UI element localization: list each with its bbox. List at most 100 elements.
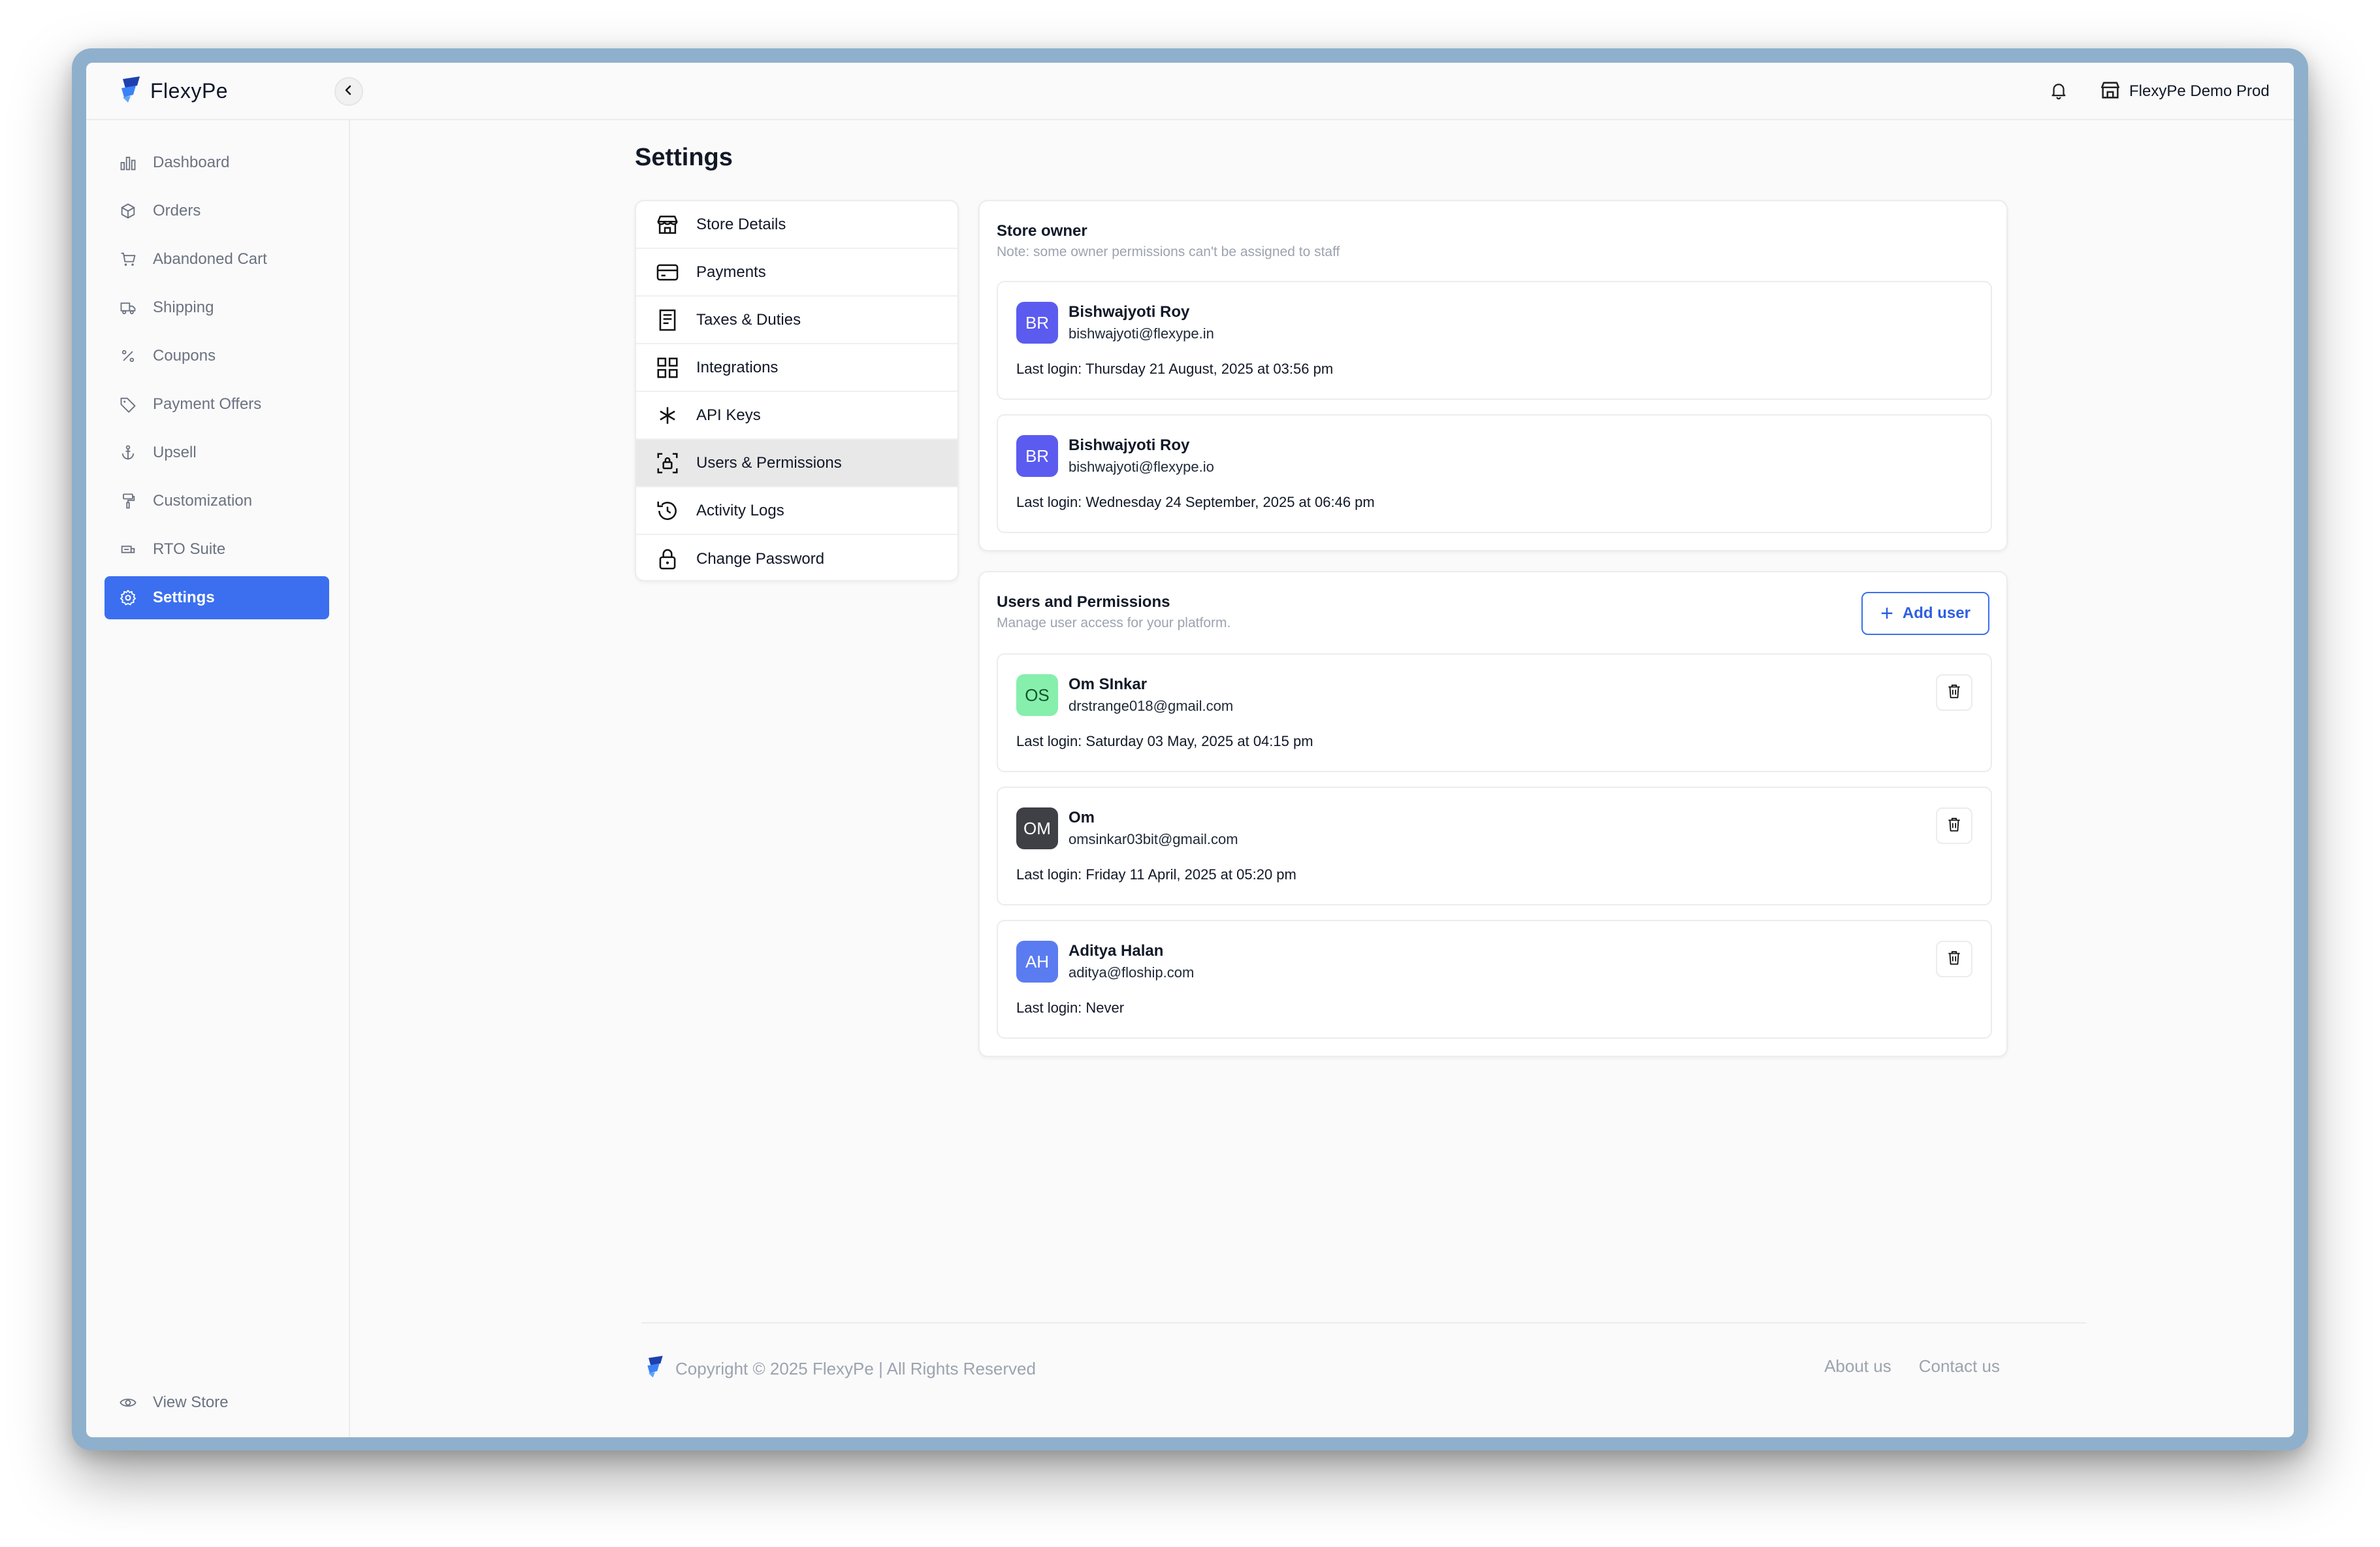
sidebar-item-label: Upsell xyxy=(153,444,197,461)
avatar: OM xyxy=(1016,807,1058,849)
top-bar: FlexyPe FlexyPe Demo Prod xyxy=(86,63,2294,120)
page-title: Settings xyxy=(635,144,733,171)
menu-item-label: Change Password xyxy=(696,549,825,568)
settings-menu-payments[interactable]: Payments xyxy=(636,249,957,297)
owner-name: Bishwajyoti Roy xyxy=(1069,436,1190,454)
store-owner-panel: Store owner Note: some owner permissions… xyxy=(978,200,2008,551)
store-name: FlexyPe Demo Prod xyxy=(2129,82,2270,100)
trash-icon xyxy=(1946,949,1963,969)
settings-menu-taxes-duties[interactable]: Taxes & Duties xyxy=(636,297,957,344)
sidebar: Dashboard Orders Abandoned Cart Shipping… xyxy=(86,120,350,1437)
box-icon xyxy=(118,201,138,221)
settings-menu-store-details[interactable]: Store Details xyxy=(636,201,957,249)
store-owner-title: Store owner xyxy=(997,222,1087,240)
sidebar-item-settings[interactable]: Settings xyxy=(105,576,329,619)
sidebar-item-coupons[interactable]: Coupons xyxy=(105,334,329,378)
menu-item-label: API Keys xyxy=(696,406,761,424)
avatar: OS xyxy=(1016,674,1058,716)
sidebar-item-abandoned-cart[interactable]: Abandoned Cart xyxy=(105,238,329,281)
users-permissions-subtitle: Manage user access for your platform. xyxy=(997,615,1231,630)
sidebar-item-orders[interactable]: Orders xyxy=(105,189,329,233)
sidebar-item-label: Payment Offers xyxy=(153,395,262,413)
sidebar-item-upsell[interactable]: Upsell xyxy=(105,431,329,474)
trash-icon xyxy=(1946,816,1963,836)
delete-user-button[interactable] xyxy=(1936,941,1972,977)
user-name: Om SInkar xyxy=(1069,676,1148,693)
settings-menu-activity-logs[interactable]: Activity Logs xyxy=(636,487,957,535)
store-switcher[interactable]: FlexyPe Demo Prod xyxy=(2099,77,2270,106)
anchor-icon xyxy=(118,442,138,463)
store-icon xyxy=(654,212,681,238)
notifications-button[interactable] xyxy=(2046,78,2072,105)
sidebar-item-customization[interactable]: Customization xyxy=(105,480,329,523)
menu-item-label: Payments xyxy=(696,263,766,281)
tag-icon xyxy=(118,394,138,415)
menu-item-label: Users & Permissions xyxy=(696,453,842,472)
footer-divider xyxy=(641,1322,2086,1324)
view-store-link[interactable]: View Store xyxy=(105,1381,329,1424)
grid-icon xyxy=(654,355,681,381)
users-permissions-panel: Users and Permissions Manage user access… xyxy=(978,571,2008,1057)
footer-copyright: Copyright © 2025 FlexyPe | All Rights Re… xyxy=(645,1355,1036,1383)
history-icon xyxy=(654,498,681,524)
user-card: AH Aditya Halan aditya@floship.com Last … xyxy=(997,920,1992,1039)
rto-icon xyxy=(118,539,138,560)
owner-card: BR Bishwajyoti Roy bishwajyoti@flexype.i… xyxy=(997,281,1992,400)
flexype-logo-icon xyxy=(645,1355,665,1383)
brand-logo[interactable]: FlexyPe xyxy=(119,74,228,107)
store-icon xyxy=(2099,79,2121,105)
brand-name: FlexyPe xyxy=(150,78,229,103)
menu-item-label: Activity Logs xyxy=(696,501,784,519)
contact-us-link[interactable]: Contact us xyxy=(1919,1356,2000,1376)
sidebar-item-shipping[interactable]: Shipping xyxy=(105,286,329,329)
app-window: FlexyPe FlexyPe Demo Prod Dashboard Orde… xyxy=(86,63,2294,1437)
cart-icon xyxy=(118,249,138,270)
add-user-button[interactable]: + Add user xyxy=(1861,592,1989,635)
add-user-label: Add user xyxy=(1902,604,1970,622)
user-email: omsinkar03bit@gmail.com xyxy=(1069,831,1238,847)
owner-email: bishwajyoti@flexype.in xyxy=(1069,325,1214,342)
menu-item-label: Integrations xyxy=(696,358,779,376)
user-name: Aditya Halan xyxy=(1069,942,1164,960)
users-permissions-title: Users and Permissions xyxy=(997,593,1170,611)
credit-card-icon xyxy=(654,259,681,285)
sidebar-item-label: Abandoned Cart xyxy=(153,250,267,268)
sidebar-item-label: Shipping xyxy=(153,299,214,316)
truck-icon xyxy=(118,297,138,318)
delete-user-button[interactable] xyxy=(1936,807,1972,844)
owner-last-login: Last login: Wednesday 24 September, 2025… xyxy=(1016,494,1375,510)
trash-icon xyxy=(1946,683,1963,703)
sidebar-item-label: Settings xyxy=(153,589,215,606)
plus-icon: + xyxy=(1880,601,1893,626)
settings-menu-api-keys[interactable]: API Keys xyxy=(636,392,957,440)
percent-icon xyxy=(118,346,138,366)
sidebar-item-label: Coupons xyxy=(153,347,216,365)
collapse-sidebar-button[interactable] xyxy=(334,77,363,106)
owner-last-login: Last login: Thursday 21 August, 2025 at … xyxy=(1016,361,1334,377)
sidebar-item-payment-offers[interactable]: Payment Offers xyxy=(105,383,329,426)
menu-item-label: Taxes & Duties xyxy=(696,310,801,329)
sidebar-item-label: Orders xyxy=(153,202,201,220)
settings-menu-integrations[interactable]: Integrations xyxy=(636,344,957,392)
chevron-left-icon xyxy=(343,84,355,99)
sidebar-item-rto-suite[interactable]: RTO Suite xyxy=(105,528,329,571)
user-last-login: Last login: Saturday 03 May, 2025 at 04:… xyxy=(1016,733,1313,749)
receipt-icon xyxy=(654,307,681,333)
sidebar-item-label: Customization xyxy=(153,492,253,510)
about-us-link[interactable]: About us xyxy=(1824,1356,1891,1376)
settings-menu-change-password[interactable]: Change Password xyxy=(636,535,957,580)
store-owner-note: Note: some owner permissions can't be as… xyxy=(997,244,1340,259)
menu-item-label: Store Details xyxy=(696,215,786,233)
user-last-login: Last login: Never xyxy=(1016,1000,1125,1016)
delete-user-button[interactable] xyxy=(1936,674,1972,711)
user-card: OM Om omsinkar03bit@gmail.com Last login… xyxy=(997,787,1992,905)
settings-menu-users-permissions[interactable]: Users & Permissions xyxy=(636,440,957,487)
sidebar-item-label: RTO Suite xyxy=(153,540,226,558)
flexype-logo-icon xyxy=(119,76,142,106)
user-email: drstrange018@gmail.com xyxy=(1069,698,1234,714)
owner-name: Bishwajyoti Roy xyxy=(1069,303,1190,321)
eye-icon xyxy=(118,1392,138,1413)
sidebar-item-dashboard[interactable]: Dashboard xyxy=(105,141,329,184)
copyright-text: Copyright © 2025 FlexyPe | All Rights Re… xyxy=(675,1359,1036,1378)
user-card: OS Om SInkar drstrange018@gmail.com Last… xyxy=(997,653,1992,772)
